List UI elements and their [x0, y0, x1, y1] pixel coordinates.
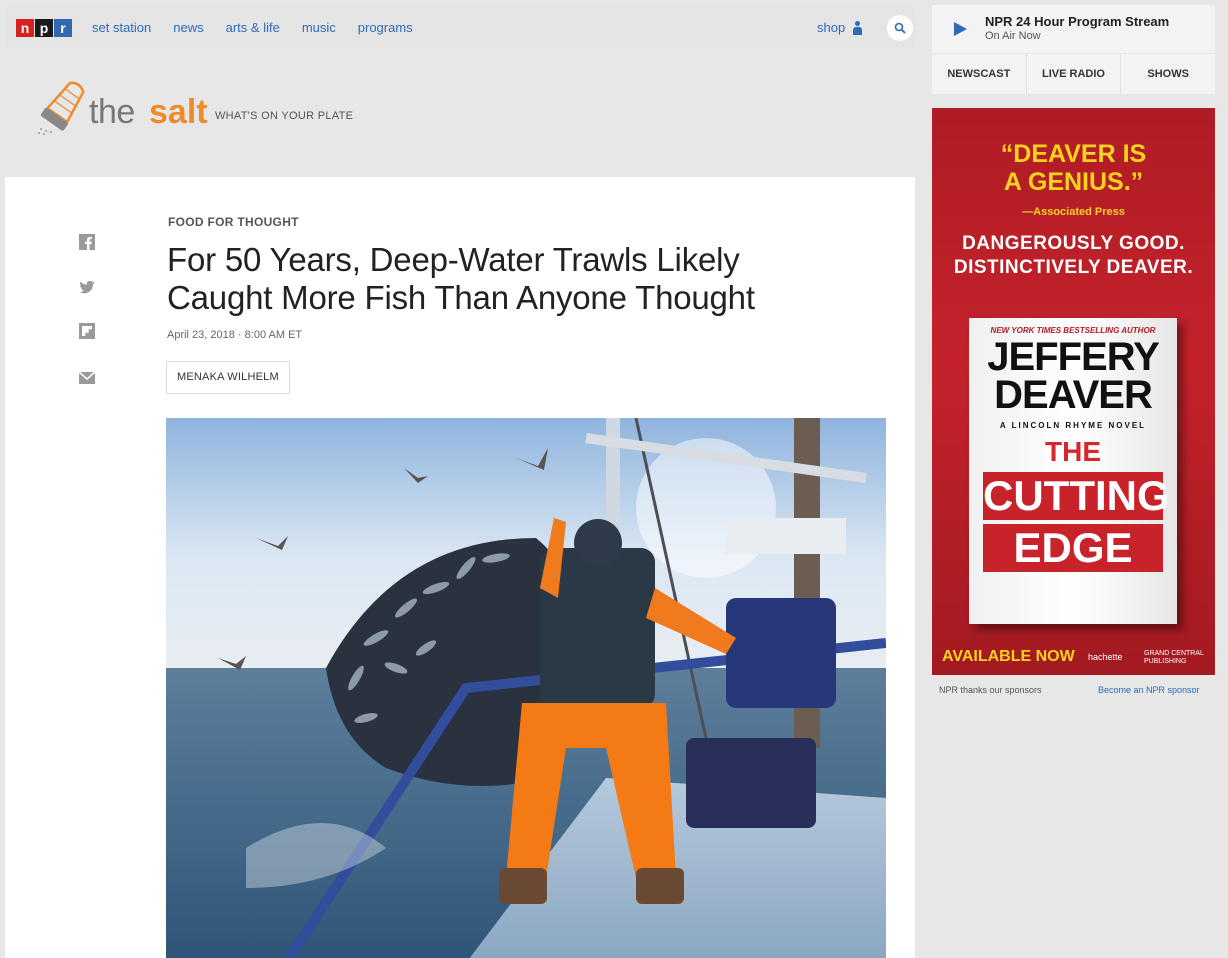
ad-cta: AVAILABLE NOW	[942, 648, 1075, 665]
book-banner: NEW YORK TIMES BESTSELLING AUTHOR	[990, 326, 1156, 335]
npr-logo-p: p	[35, 19, 53, 37]
publisher-hachette: hachette	[1088, 652, 1123, 662]
user-icon[interactable]	[853, 20, 863, 35]
npr-logo[interactable]: n p r	[16, 19, 73, 37]
ad-quote: “DEAVER IS A GENIUS.”	[932, 140, 1215, 196]
blog-header: the salt WHAT'S ON YOUR PLATE	[5, 49, 915, 177]
nav-links: set station news arts & life music progr…	[92, 20, 413, 35]
sponsor-thanks: NPR thanks our sponsors	[939, 685, 1042, 695]
ad-quote-source: —Associated Press	[1022, 206, 1125, 218]
publisher-grand-central: GRAND CENTRAL PUBLISHING	[1144, 650, 1204, 666]
nav-set-station[interactable]: set station	[92, 20, 151, 35]
twitter-icon[interactable]	[79, 279, 95, 295]
ad-quote-line-2: A GENIUS.”	[1003, 168, 1144, 196]
facebook-icon[interactable]	[79, 234, 95, 250]
book-title: THE CUTTING EDGE	[983, 436, 1170, 572]
npr-logo-r: r	[54, 19, 72, 37]
publisher-grand-central-1: GRAND CENTRAL	[1144, 650, 1204, 657]
publisher-grand-central-2: PUBLISHING	[1144, 658, 1187, 665]
ad-tagline: DANGEROUSLY GOOD. DISTINCTIVELY DEAVER.	[932, 232, 1215, 280]
email-icon[interactable]	[79, 370, 95, 386]
search-icon	[894, 22, 906, 34]
tab-newscast[interactable]: NEWSCAST	[932, 54, 1027, 94]
play-icon[interactable]	[954, 22, 967, 36]
tab-live-radio[interactable]: LIVE RADIO	[1027, 54, 1122, 94]
book-title-2: CUTTING	[983, 472, 1170, 520]
article-photo	[166, 418, 886, 958]
book-series: A LINCOLN RHYME NOVEL	[999, 421, 1147, 430]
stream-status: On Air Now	[985, 30, 1041, 42]
page: n p r set station news arts & life music…	[0, 0, 1228, 958]
ad-tagline-2: DISTINCTIVELY DEAVER.	[953, 257, 1194, 278]
main-column: n p r set station news arts & life music…	[5, 5, 915, 958]
nav-news[interactable]: news	[173, 20, 203, 35]
nav-programs[interactable]: programs	[358, 20, 413, 35]
become-sponsor-link[interactable]: Become an NPR sponsor	[1098, 685, 1200, 695]
byline-button[interactable]: MENAKA WILHELM	[166, 361, 290, 394]
article-kicker[interactable]: FOOD FOR THOUGHT	[168, 215, 299, 229]
trawler-photo-image	[166, 418, 886, 958]
book-author: JEFFERY DEAVER	[969, 337, 1177, 417]
blog-title-salt[interactable]: salt	[149, 93, 208, 132]
tab-shows[interactable]: SHOWS	[1121, 54, 1215, 94]
book-author-last: DEAVER	[994, 373, 1153, 417]
npr-logo-n: n	[16, 19, 34, 37]
book-title-3: EDGE	[983, 524, 1163, 572]
sponsor-ad[interactable]: “DEAVER IS A GENIUS.” —Associated Press …	[932, 108, 1215, 675]
shop-label: shop	[817, 20, 846, 35]
headline-line-1: For 50 Years, Deep-Water Trawls Likely	[167, 241, 740, 278]
blog-tagline: WHAT'S ON YOUR PLATE	[215, 110, 354, 122]
book-title-1: THE	[1045, 436, 1101, 467]
nav-music[interactable]: music	[302, 20, 336, 35]
headline-line-2: Caught More Fish Than Anyone Thought	[167, 279, 755, 316]
blog-title-the[interactable]: the	[89, 93, 135, 132]
player-tabs: NEWSCAST LIVE RADIO SHOWS	[932, 54, 1215, 94]
shop-link[interactable]: shop	[817, 20, 863, 35]
ad-quote-line-1: “DEAVER IS	[1000, 140, 1147, 168]
search-button[interactable]	[887, 15, 913, 41]
article-headline: For 50 Years, Deep-Water Trawls Likely C…	[167, 241, 887, 317]
live-stream-player[interactable]: NPR 24 Hour Program Stream On Air Now	[932, 5, 1215, 53]
flipboard-icon[interactable]	[79, 323, 95, 339]
book-cover: NEW YORK TIMES BESTSELLING AUTHOR JEFFER…	[969, 318, 1177, 624]
ad-tagline-1: DANGEROUSLY GOOD.	[962, 233, 1185, 254]
article-date: April 23, 2018 · 8:00 AM ET	[167, 329, 303, 341]
top-navigation: n p r set station news arts & life music…	[5, 5, 915, 49]
salt-shaker-icon[interactable]	[33, 77, 93, 137]
nav-arts-life[interactable]: arts & life	[226, 20, 280, 35]
stream-title: NPR 24 Hour Program Stream	[985, 14, 1170, 29]
